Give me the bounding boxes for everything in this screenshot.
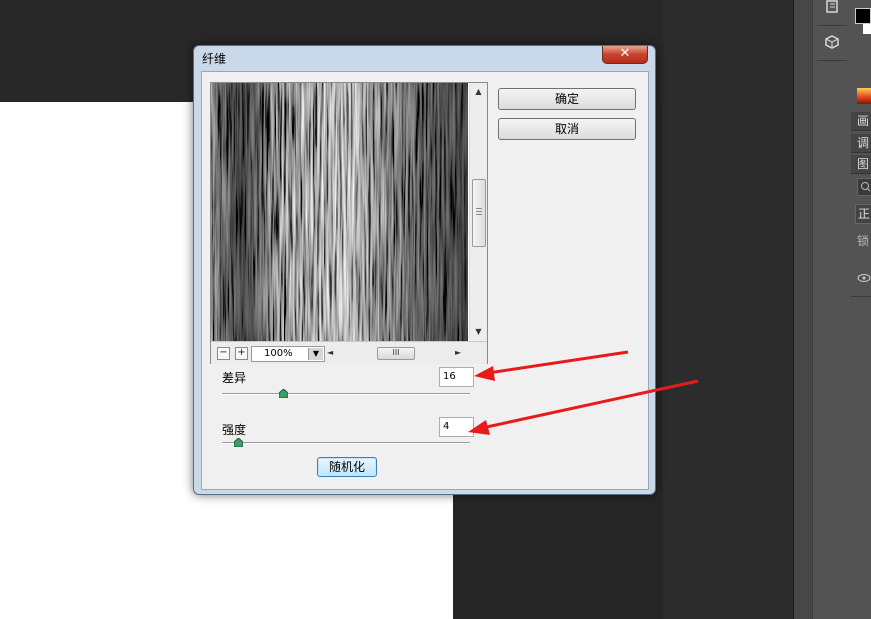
ok-button[interactable]: 确定 bbox=[498, 88, 636, 110]
preview-vertical-scrollbar[interactable]: ▲ ▼ bbox=[469, 83, 487, 341]
scroll-up-icon[interactable]: ▲ bbox=[470, 85, 487, 99]
panel-tab-1[interactable]: 画 bbox=[851, 112, 871, 131]
panel-tab-2[interactable]: 调 bbox=[851, 134, 871, 153]
3d-icon[interactable] bbox=[823, 35, 841, 51]
dialog-titlebar[interactable]: 纤维 ✕ bbox=[194, 46, 655, 70]
variance-input[interactable]: 16 bbox=[439, 367, 474, 387]
strength-label: 强度 bbox=[222, 423, 247, 437]
preview-panel: ▲ ▼ − + 100% ▼ ◄ III ► bbox=[210, 82, 488, 364]
panel-tab-3[interactable]: 图 bbox=[851, 155, 871, 174]
strength-input[interactable]: 4 bbox=[439, 417, 474, 437]
strength-slider-thumb[interactable] bbox=[234, 438, 243, 447]
layer-divider bbox=[851, 296, 871, 297]
lock-label: 锁 bbox=[857, 234, 870, 248]
scroll-down-icon[interactable]: ▼ bbox=[470, 325, 487, 339]
scroll-right-icon[interactable]: ► bbox=[455, 346, 461, 360]
foreground-color-swatch[interactable] bbox=[855, 8, 871, 24]
horizontal-scroll-thumb[interactable]: III bbox=[377, 347, 415, 360]
strength-slider[interactable] bbox=[222, 437, 470, 449]
fibers-preview-image[interactable] bbox=[211, 83, 468, 341]
tool-divider bbox=[817, 25, 847, 26]
cancel-button[interactable]: 取消 bbox=[498, 118, 636, 140]
fibers-dialog: 纤维 ✕ ▲ ▼ − + 100% ▼ ◄ III ► 确定 取消 差异 16 … bbox=[193, 45, 656, 495]
vertical-scroll-thumb[interactable] bbox=[472, 179, 486, 247]
zoom-out-button[interactable]: − bbox=[217, 347, 230, 360]
history-icon[interactable] bbox=[823, 0, 841, 16]
randomize-button[interactable]: 随机化 bbox=[317, 457, 377, 477]
variance-slider[interactable] bbox=[222, 388, 470, 400]
chevron-down-icon[interactable]: ▼ bbox=[308, 348, 323, 360]
variance-label: 差异 bbox=[222, 371, 247, 385]
strength-slider-track bbox=[222, 442, 470, 444]
scroll-left-icon[interactable]: ◄ bbox=[327, 346, 333, 360]
tool-divider bbox=[817, 60, 847, 61]
gradient-swatch[interactable] bbox=[857, 88, 871, 104]
dialog-client: ▲ ▼ − + 100% ▼ ◄ III ► 确定 取消 差异 16 强度 4 … bbox=[201, 71, 649, 490]
dialog-title: 纤维 bbox=[202, 52, 227, 66]
variance-slider-thumb[interactable] bbox=[279, 389, 288, 398]
workspace-strip bbox=[663, 0, 793, 619]
zoom-in-button[interactable]: + bbox=[235, 347, 248, 360]
close-button[interactable]: ✕ bbox=[602, 46, 648, 64]
variance-slider-track bbox=[222, 393, 470, 395]
background-color-swatch[interactable] bbox=[863, 24, 871, 34]
eye-icon[interactable] bbox=[857, 268, 871, 282]
panel-search-icon[interactable] bbox=[857, 178, 871, 196]
zoom-level-value: 100% bbox=[264, 348, 293, 359]
preview-horizontal-scrollbar[interactable]: ◄ III ► bbox=[327, 346, 467, 360]
zoom-level-select[interactable]: 100% ▼ bbox=[251, 346, 325, 362]
blend-mode-select[interactable]: 正 bbox=[855, 204, 871, 224]
preview-zoom-bar: − + 100% ▼ ◄ III ► bbox=[211, 341, 487, 364]
panel-column: 画 调 图 正 锁 bbox=[851, 0, 871, 619]
panel-tool-column bbox=[812, 0, 852, 619]
